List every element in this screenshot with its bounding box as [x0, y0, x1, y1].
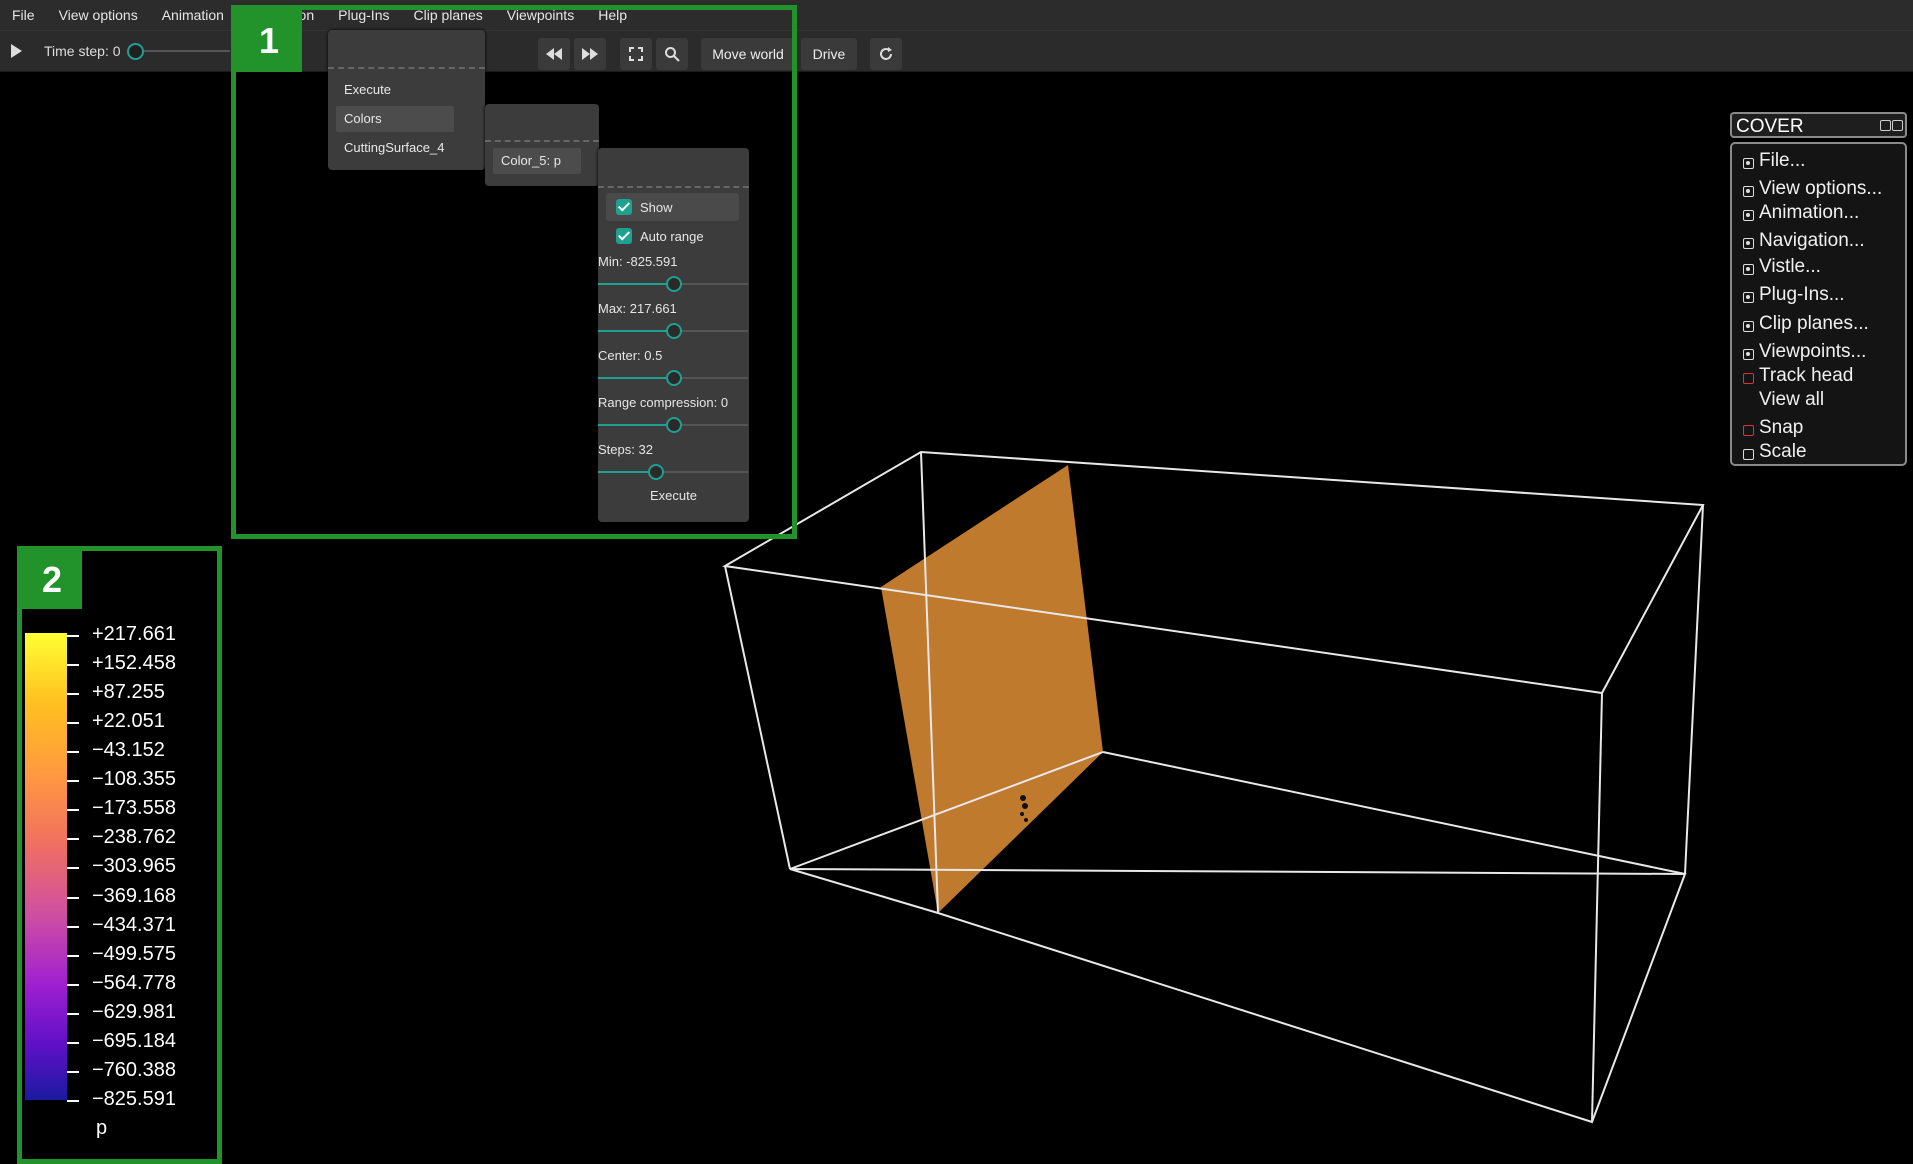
cover-item-animation[interactable]: Animation... — [1732, 202, 1902, 226]
legend-value: −564.778 — [92, 971, 176, 994]
submenu-icon[interactable] — [1743, 292, 1754, 303]
legend-value: −825.591 — [92, 1087, 176, 1110]
cover-item-label: View options... — [1759, 178, 1883, 199]
legend-tick — [67, 722, 79, 725]
cover-item-scale[interactable]: Scale — [1732, 441, 1902, 465]
annotation-box-1 — [231, 5, 797, 539]
legend-tick — [67, 954, 79, 957]
cover-minimize-icon[interactable] — [1880, 120, 1891, 131]
cover-item-label: View all — [1759, 389, 1825, 410]
legend-tick — [67, 693, 79, 696]
bounding-box — [722, 450, 1705, 1124]
legend-variable-name: p — [96, 1117, 108, 1139]
checkbox-icon[interactable] — [1743, 373, 1754, 384]
legend-value: −629.981 — [92, 1000, 176, 1023]
legend-value: −43.152 — [92, 739, 165, 762]
cover-menu: File... View options... Animation... Naviga… — [1730, 142, 1907, 466]
legend-tick — [67, 1070, 79, 1073]
legend-value: −303.965 — [92, 855, 176, 878]
drive-button[interactable]: Drive — [801, 38, 857, 70]
cover-item-label: Snap — [1759, 417, 1804, 438]
menu-animation[interactable]: Animation — [150, 7, 236, 23]
submenu-icon[interactable] — [1743, 186, 1754, 197]
cover-menu-title[interactable]: COVER — [1730, 112, 1907, 138]
menu-file[interactable]: File — [0, 7, 47, 23]
cover-item-track-head[interactable]: Track head — [1732, 365, 1902, 389]
timestep-slider-track[interactable] — [130, 50, 230, 52]
annotation-label-2: 2 — [22, 551, 82, 609]
legend-tick — [67, 925, 79, 928]
submenu-icon[interactable] — [1743, 349, 1754, 360]
legend-value: −499.575 — [92, 942, 176, 965]
cover-item-file[interactable]: File... — [1732, 150, 1902, 174]
annotation-label-1: 1 — [236, 10, 302, 72]
legend-tick — [67, 1041, 79, 1044]
cover-item-snap[interactable]: Snap — [1732, 417, 1902, 441]
cover-item-label: Clip planes... — [1759, 313, 1869, 334]
cover-item-viewpoints[interactable]: Viewpoints... — [1732, 341, 1902, 365]
cover-title-text: COVER — [1736, 116, 1804, 137]
submenu-icon[interactable] — [1743, 264, 1754, 275]
color-legend-gradient — [25, 633, 67, 1100]
legend-tick — [67, 983, 79, 986]
cover-item-label: File... — [1759, 150, 1806, 171]
reload-button[interactable] — [870, 38, 902, 70]
cover-item-view-all[interactable]: View all — [1732, 389, 1902, 413]
submenu-icon[interactable] — [1743, 321, 1754, 332]
submenu-icon[interactable] — [1743, 238, 1754, 249]
legend-value: −695.184 — [92, 1029, 176, 1052]
legend-tick — [67, 635, 79, 637]
cover-item-plugins[interactable]: Plug-Ins... — [1732, 284, 1902, 308]
legend-tick — [67, 1099, 79, 1102]
play-button[interactable] — [6, 41, 26, 61]
legend-value: +22.051 — [92, 710, 165, 733]
legend-value: −108.355 — [92, 768, 176, 791]
legend-value: −434.371 — [92, 913, 176, 936]
cover-item-label: Scale — [1759, 441, 1807, 462]
cover-item-label: Plug-Ins... — [1759, 284, 1845, 305]
legend-tick — [67, 664, 79, 667]
cover-item-label: Viewpoints... — [1759, 341, 1867, 362]
cover-item-label: Navigation... — [1759, 230, 1865, 251]
legend-value: +152.458 — [92, 652, 176, 675]
cover-item-view-options[interactable]: View options... — [1732, 178, 1902, 202]
cover-item-vistle[interactable]: Vistle... — [1732, 256, 1902, 280]
cover-item-label: Vistle... — [1759, 256, 1821, 277]
legend-tick — [67, 751, 79, 754]
timestep-label: Time step: 0 — [44, 43, 121, 59]
cover-close-icon[interactable] — [1892, 120, 1903, 131]
checkbox-icon[interactable] — [1743, 425, 1754, 436]
legend-tick — [67, 809, 79, 812]
legend-value: −369.168 — [92, 884, 176, 907]
legend-value: −238.762 — [92, 826, 176, 849]
refresh-icon — [880, 47, 892, 60]
timestep-slider-handle[interactable] — [127, 43, 144, 60]
checkbox-icon[interactable] — [1743, 449, 1754, 460]
legend-value: −173.558 — [92, 797, 176, 820]
menu-view-options[interactable]: View options — [47, 7, 150, 23]
legend-tick — [67, 867, 79, 870]
legend-value: +217.661 — [92, 623, 176, 645]
legend-value: −760.388 — [92, 1058, 176, 1081]
submenu-icon[interactable] — [1743, 210, 1754, 221]
play-icon — [11, 44, 22, 58]
cover-item-label: Track head — [1759, 365, 1854, 386]
cutting-surface — [881, 465, 1103, 913]
cover-item-label: Animation... — [1759, 202, 1860, 223]
legend-tick — [67, 838, 79, 841]
legend-tick — [67, 1012, 79, 1015]
cover-item-clip-planes[interactable]: Clip planes... — [1732, 313, 1902, 337]
legend-tick — [67, 780, 79, 783]
legend-tick — [67, 896, 79, 899]
submenu-icon[interactable] — [1743, 158, 1754, 169]
legend-value: +87.255 — [92, 681, 165, 704]
cover-item-navigation[interactable]: Navigation... — [1732, 230, 1902, 254]
